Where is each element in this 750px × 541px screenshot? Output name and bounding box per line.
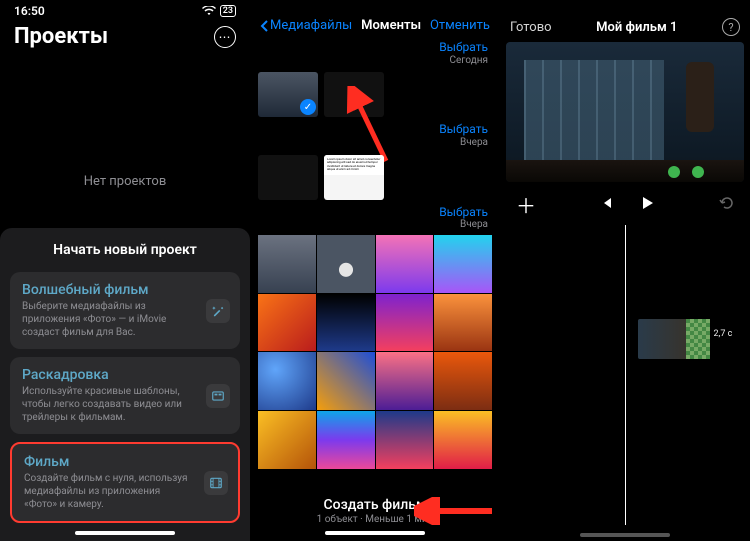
projects-screen: 16:50 23 Проекты ⋯ Нет проектов Начать н… xyxy=(0,0,250,541)
section-header-yesterday-2: Выбрать Вчера xyxy=(250,204,500,233)
status-bar: 16:50 23 xyxy=(0,0,250,18)
media-thumb[interactable]: Lorem ipsum dolor sit amet consectetur a… xyxy=(324,155,384,200)
media-thumb[interactable] xyxy=(258,352,316,410)
home-indicator[interactable] xyxy=(580,533,670,537)
selected-check-icon: ✓ xyxy=(300,99,316,115)
back-button[interactable]: Медиафайлы xyxy=(260,18,352,33)
timeline-clip[interactable] xyxy=(638,319,710,359)
option-desc: Используйте красивые шаблоны, чтобы легк… xyxy=(22,385,196,424)
page-title: Проекты xyxy=(14,24,108,49)
media-thumb[interactable] xyxy=(258,155,318,200)
footer-bar: Создать фильм 1 объект · Меньше 1 мин xyxy=(250,487,500,541)
media-thumb[interactable] xyxy=(317,352,375,410)
thumb-row-today: ✓ xyxy=(250,68,500,121)
option-storyboard[interactable]: Раскадровка Используйте красивые шаблоны… xyxy=(10,357,240,434)
help-button[interactable]: ? xyxy=(722,18,740,36)
media-thumb[interactable] xyxy=(317,294,375,352)
media-thumb[interactable] xyxy=(376,235,434,293)
media-grid xyxy=(250,235,500,469)
home-indicator[interactable] xyxy=(75,531,175,535)
home-indicator[interactable] xyxy=(325,531,425,535)
media-thumb[interactable] xyxy=(317,235,375,293)
timeline[interactable]: 2,7 с xyxy=(500,225,750,525)
section-date: Сегодня xyxy=(439,55,488,67)
media-thumb[interactable] xyxy=(258,294,316,352)
more-button[interactable]: ⋯ xyxy=(214,26,236,48)
select-button[interactable]: Выбрать xyxy=(439,123,488,137)
option-title: Раскадровка xyxy=(22,367,196,383)
selection-meta: 1 объект · Меньше 1 мин xyxy=(250,514,500,525)
media-thumb[interactable] xyxy=(434,235,492,293)
status-right: 23 xyxy=(202,5,236,17)
battery-icon: 23 xyxy=(220,5,236,17)
undo-button[interactable] xyxy=(718,195,734,215)
project-title: Мой фильм 1 xyxy=(596,20,677,35)
option-magic-movie[interactable]: Волшебный фильм Выберите медиафайлы из п… xyxy=(10,272,240,349)
media-thumb[interactable] xyxy=(434,294,492,352)
status-time: 16:50 xyxy=(14,4,45,18)
wifi-icon xyxy=(202,6,216,16)
playback-controls: ＋ xyxy=(500,182,750,223)
new-project-sheet: Начать новый проект Волшебный фильм Выбе… xyxy=(0,228,250,541)
section-header-yesterday-1: Выбрать Вчера xyxy=(250,121,500,150)
editor-screen: Готово Мой фильм 1 ? ＋ 2,7 с xyxy=(500,0,750,541)
media-thumb[interactable] xyxy=(324,72,384,117)
section-header-today: Выбрать Сегодня xyxy=(250,39,500,68)
media-thumb[interactable] xyxy=(258,411,316,469)
section-date: Вчера xyxy=(439,219,488,231)
option-movie[interactable]: Фильм Создайте фильм с нуля, используя м… xyxy=(10,442,240,523)
option-desc: Создайте фильм с нуля, используя медиафа… xyxy=(24,472,194,511)
nav-bar: Готово Мой фильм 1 ? xyxy=(500,0,750,42)
select-button[interactable]: Выбрать xyxy=(439,41,488,55)
thumb-row-yesterday-1: Lorem ipsum dolor sit amet consectetur a… xyxy=(250,151,500,204)
nav-title: Моменты xyxy=(361,18,421,33)
done-button[interactable]: Готово xyxy=(510,20,552,35)
wand-icon xyxy=(206,299,230,323)
media-thumb[interactable] xyxy=(376,294,434,352)
clip-duration: 2,7 с xyxy=(714,329,733,339)
sheet-title: Начать новый проект xyxy=(10,242,240,258)
playhead[interactable] xyxy=(625,225,626,525)
skip-start-button[interactable] xyxy=(599,195,613,214)
media-thumb[interactable] xyxy=(317,411,375,469)
header: Проекты ⋯ xyxy=(0,18,250,59)
media-thumb[interactable] xyxy=(434,352,492,410)
add-media-button[interactable]: ＋ xyxy=(516,190,536,219)
chevron-left-icon xyxy=(260,20,268,32)
select-button[interactable]: Выбрать xyxy=(439,206,488,220)
create-movie-button[interactable]: Создать фильм xyxy=(250,497,500,513)
option-desc: Выберите медиафайлы из приложения «Фото»… xyxy=(22,300,196,339)
film-icon xyxy=(204,471,228,495)
nav-bar: Медиафайлы Моменты Отменить xyxy=(250,0,500,39)
empty-state: Нет проектов xyxy=(0,174,250,189)
play-button[interactable] xyxy=(639,195,655,215)
media-thumb[interactable] xyxy=(376,411,434,469)
section-date: Вчера xyxy=(439,137,488,149)
media-thumb[interactable] xyxy=(376,352,434,410)
video-preview[interactable] xyxy=(506,42,744,182)
option-title: Фильм xyxy=(24,454,194,470)
media-thumb[interactable] xyxy=(258,235,316,293)
media-picker-screen: Медиафайлы Моменты Отменить Выбрать Сего… xyxy=(250,0,500,541)
media-thumb[interactable] xyxy=(434,411,492,469)
storyboard-icon xyxy=(206,384,230,408)
option-title: Волшебный фильм xyxy=(22,282,196,298)
media-thumb[interactable]: ✓ xyxy=(258,72,318,117)
cancel-button[interactable]: Отменить xyxy=(430,18,490,33)
